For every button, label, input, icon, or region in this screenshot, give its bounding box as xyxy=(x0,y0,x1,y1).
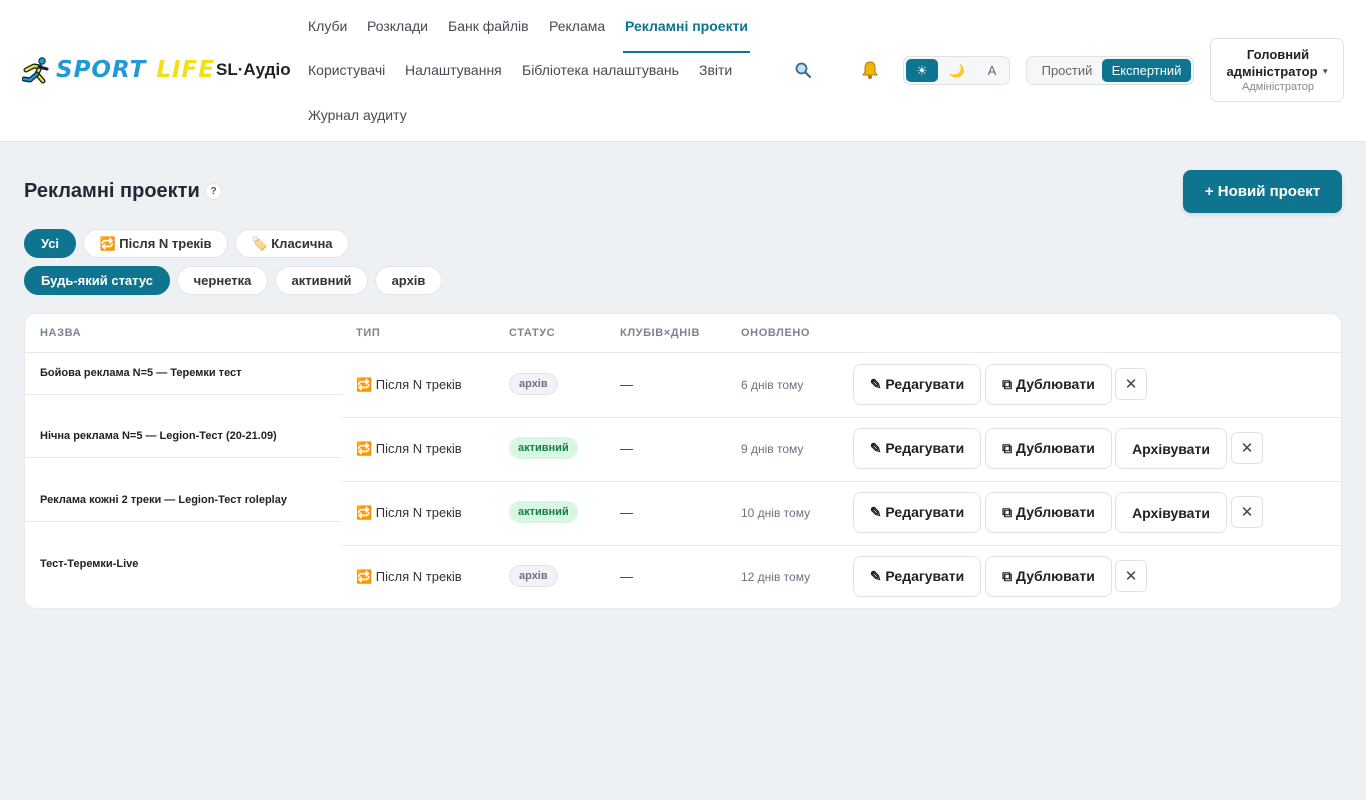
row-3-status-badge: активний xyxy=(509,501,578,523)
projects-table: НАЗВА ТИП СТАТУС КЛУБІВ×ДНІВ ОНОВЛЕНО Бо… xyxy=(24,313,1342,609)
row-3-duplicate-button[interactable]: ⧉ Дублювати xyxy=(985,492,1112,533)
filter-status-active[interactable]: активний xyxy=(275,266,368,295)
column-header-clubs-days: КЛУБІВ×ДНІВ xyxy=(620,327,700,339)
theme-auto-button[interactable]: A xyxy=(976,59,1008,82)
theme-light-button[interactable]: ☀ xyxy=(906,59,938,82)
top-bar: SPORT LIFE SL·Аудіо Клуби Розклади Банк ф… xyxy=(0,0,1366,142)
row-4-clubs-days: — xyxy=(620,569,633,584)
app-name: SL·Аудіо xyxy=(216,60,291,79)
row-3-edit-button[interactable]: ✎ Редагувати xyxy=(853,492,981,533)
nav-settings-library[interactable]: Бібліотека налаштувань xyxy=(522,62,679,78)
row-1-duplicate-button[interactable]: ⧉ Дублювати xyxy=(985,364,1112,405)
row-3-updated: 10 днів тому xyxy=(741,506,811,520)
filter-type-all[interactable]: Усі xyxy=(24,229,76,258)
theme-switcher: ☀ 🌙 A xyxy=(903,56,1010,85)
nav-audit-log[interactable]: Журнал аудиту xyxy=(308,107,407,123)
row-1-updated: 6 днів тому xyxy=(741,378,804,392)
header-divider xyxy=(25,352,1341,353)
new-project-button[interactable]: + Новий проект xyxy=(1183,170,1342,213)
row-1-name[interactable]: Бойова реклама N=5 — Теремки тест xyxy=(40,367,242,379)
row-4-delete-button[interactable]: ✕ xyxy=(1115,560,1147,592)
user-name-line1: Головний xyxy=(1246,47,1310,62)
nav-schedules[interactable]: Розклади xyxy=(367,18,428,34)
row-4-name[interactable]: Тест-Теремки-Live xyxy=(40,558,138,570)
notifications-button[interactable] xyxy=(857,57,883,83)
row-divider xyxy=(342,417,1341,418)
row-4-edit-button[interactable]: ✎ Редагувати xyxy=(853,556,981,597)
row-3-name[interactable]: Реклама кожні 2 треки — Legion-Тест role… xyxy=(40,494,287,506)
row-2-edit-button[interactable]: ✎ Редагувати xyxy=(853,428,981,469)
row-divider xyxy=(25,394,342,395)
nav-users[interactable]: Користувачі xyxy=(308,62,385,78)
row-2-delete-button[interactable]: ✕ xyxy=(1231,432,1263,464)
nav-file-bank[interactable]: Банк файлів xyxy=(448,18,529,34)
row-1-clubs-days: — xyxy=(620,377,633,392)
row-4-type: 🔁 Після N треків xyxy=(356,569,462,584)
filter-status-any[interactable]: Будь-який статус xyxy=(24,266,170,295)
row-3-delete-button[interactable]: ✕ xyxy=(1231,496,1263,528)
row-2-name[interactable]: Нічна реклама N=5 — Legion-Тест (20-21.0… xyxy=(40,430,277,442)
help-icon[interactable]: ? xyxy=(205,183,222,200)
filter-type-classic[interactable]: 🏷️ Класична xyxy=(235,229,349,258)
row-4-status-badge: архів xyxy=(509,565,558,587)
row-3-type: 🔁 Після N треків xyxy=(356,505,462,520)
row-2-updated: 9 днів тому xyxy=(741,442,804,456)
row-divider xyxy=(25,457,342,458)
nav-settings[interactable]: Налаштування xyxy=(405,62,502,78)
logo-wordmark: SPORT LIFE xyxy=(56,57,215,83)
row-3-clubs-days: — xyxy=(620,505,633,520)
row-divider xyxy=(342,481,1341,482)
column-header-updated: ОНОВЛЕНО xyxy=(741,327,811,339)
nav-ad-projects[interactable]: Рекламні проекти xyxy=(625,18,748,34)
user-menu[interactable]: Головний адміністратор ▾ Адміністратор xyxy=(1210,38,1344,102)
nav-clubs[interactable]: Клуби xyxy=(308,18,347,34)
mode-expert-button[interactable]: Експертний xyxy=(1102,59,1191,82)
column-header-type: ТИП xyxy=(356,327,381,339)
row-2-duplicate-button[interactable]: ⧉ Дублювати xyxy=(985,428,1112,469)
row-2-archive-button[interactable]: Архівувати xyxy=(1115,428,1227,469)
runner-logo-icon xyxy=(22,57,49,84)
filter-status-draft[interactable]: чернетка xyxy=(177,266,268,295)
row-1-edit-button[interactable]: ✎ Редагувати xyxy=(853,364,981,405)
row-1-status-badge: архів xyxy=(509,373,558,395)
row-4-updated: 12 днів тому xyxy=(741,570,811,584)
search-icon xyxy=(795,62,812,79)
row-divider xyxy=(342,545,1341,546)
row-1-delete-button[interactable]: ✕ xyxy=(1115,368,1147,400)
row-4-duplicate-button[interactable]: ⧉ Дублювати xyxy=(985,556,1112,597)
row-3-archive-button[interactable]: Архівувати xyxy=(1115,492,1227,533)
theme-dark-button[interactable]: 🌙 xyxy=(941,59,973,82)
user-name-line2: адміністратор xyxy=(1226,64,1318,79)
filter-type-after-n[interactable]: 🔁 Після N треків xyxy=(83,229,228,258)
nav-active-underline xyxy=(623,51,750,53)
chevron-down-icon: ▾ xyxy=(1323,66,1328,76)
page-title: Рекламні проекти xyxy=(24,180,200,202)
sport-life-logo[interactable]: SPORT LIFE xyxy=(22,56,215,84)
filter-status-archive[interactable]: архів xyxy=(375,266,442,295)
row-1-type: 🔁 Після N треків xyxy=(356,377,462,392)
column-header-status: СТАТУС xyxy=(509,327,556,339)
search-button[interactable] xyxy=(790,57,816,83)
row-2-status-badge: активний xyxy=(509,437,578,459)
mode-switcher: Простий Експертний xyxy=(1026,56,1194,85)
nav-ads[interactable]: Реклама xyxy=(549,18,605,34)
column-header-name: НАЗВА xyxy=(40,327,82,339)
nav-reports[interactable]: Звіти xyxy=(699,62,732,78)
bell-icon xyxy=(862,61,878,79)
mode-simple-button[interactable]: Простий xyxy=(1031,59,1103,82)
row-2-type: 🔁 Після N треків xyxy=(356,441,462,456)
row-divider xyxy=(25,521,342,522)
row-2-clubs-days: — xyxy=(620,441,633,456)
user-role: Адміністратор xyxy=(1242,81,1314,93)
